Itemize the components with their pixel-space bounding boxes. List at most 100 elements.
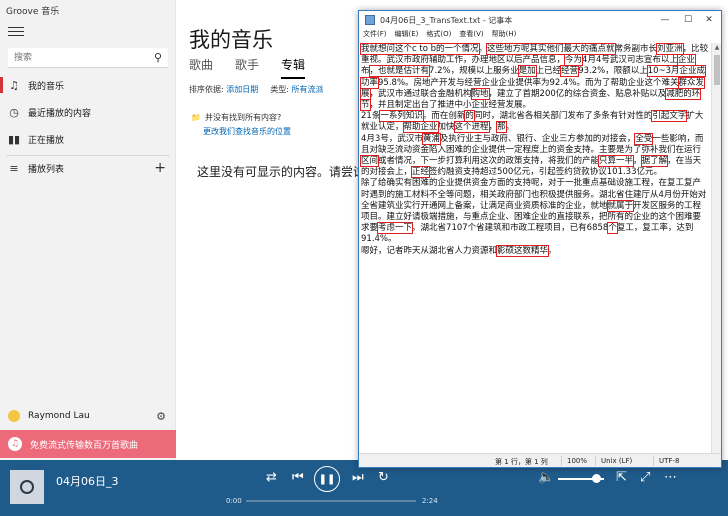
sidebar-item-label: 正在播放: [28, 135, 65, 146]
highlighted-text: 那: [496, 121, 507, 134]
highlighted-text: 帮助企业: [402, 121, 439, 134]
hamburger-menu-icon[interactable]: [8, 24, 24, 40]
promo-banner[interactable]: ♫ 免费流式传输数百万首歌曲: [0, 430, 176, 458]
sidebar-item-label: 我的音乐: [28, 81, 65, 92]
sidebar-item-playlists[interactable]: ≡ 播放列表 +: [0, 157, 176, 179]
fullscreen-icon[interactable]: ⤢: [640, 470, 650, 485]
tab-songs[interactable]: 歌曲: [189, 56, 213, 77]
highlighted-text: 引起文字: [651, 110, 688, 123]
text-editor[interactable]: 我就想问这个c to b的一个情况。这些地方呢其实他们最大的痛点就常务副市长刘亚…: [359, 43, 711, 453]
album-art[interactable]: [10, 470, 44, 504]
now-playing-title[interactable]: 04月06日_3: [56, 473, 119, 489]
scroll-thumb[interactable]: [714, 55, 720, 85]
menu-file[interactable]: 文件(F): [363, 29, 387, 42]
pause-button[interactable]: ❚❚: [314, 466, 340, 492]
divider: [6, 155, 170, 156]
notepad-icon: [365, 15, 375, 25]
sort-dropdown[interactable]: 添加日期: [226, 85, 258, 94]
highlighted-text: 今为: [564, 54, 584, 67]
maximize-button[interactable]: ☐: [678, 11, 698, 29]
gear-icon[interactable]: ⚙: [156, 410, 166, 423]
sort-label: 排序依据:: [189, 85, 224, 94]
search-box[interactable]: ⚲: [8, 48, 168, 68]
sidebar-item-recent[interactable]: ◷ 最近播放的内容: [0, 101, 176, 123]
shuffle-icon[interactable]: ⇄: [266, 470, 277, 485]
minimize-button[interactable]: —: [655, 11, 675, 29]
tab-artists[interactable]: 歌手: [235, 56, 259, 77]
cursor-position: 第 1 行，第 1 列: [495, 458, 548, 466]
genre-dropdown[interactable]: 所有流派: [292, 85, 324, 94]
zoom-level: 100%: [567, 457, 588, 465]
text-run: 。而在创新: [422, 111, 466, 122]
text-run: 上已经: [535, 66, 562, 77]
notepad-titlebar[interactable]: 04月06日_3_TransText.txt - 记事本 — ☐ ✕: [359, 11, 721, 29]
music-note-icon: ♫: [9, 78, 19, 92]
sidebar-item-my-music[interactable]: ♫ 我的音乐: [0, 74, 176, 96]
repeat-icon[interactable]: ↻: [378, 470, 389, 485]
change-location-link[interactable]: 更改我们查找音乐的位置: [203, 126, 291, 137]
next-icon[interactable]: ⏭: [352, 470, 364, 485]
text-paragraph: 我就想问这个c to b的一个情况。这些地方呢其实他们最大的痛点就常务副市长刘亚…: [359, 43, 709, 112]
user-account[interactable]: Raymond Lau ⚙: [0, 406, 176, 426]
highlighted-text: 这些地方呢其实他们最大的痛点就: [486, 43, 616, 55]
clock-icon: ◷: [9, 105, 19, 119]
volume-knob[interactable]: [592, 474, 601, 483]
highlighted-text: ，也就是估计有: [368, 65, 431, 78]
close-button[interactable]: ✕: [699, 11, 719, 29]
text-run: 签约融资支持超过500亿元，引起签约贷款协议101.33亿元。: [429, 167, 662, 178]
text-run: 。: [548, 245, 557, 256]
highlighted-text: 我就想问这个c to b的一个情况: [360, 43, 480, 55]
highlighted-text: 的: [464, 110, 475, 123]
pause-icon: ❚❚: [318, 473, 336, 485]
text-run: ，: [633, 156, 642, 167]
text-paragraph: 除了给确实有困难的企业提供资金方面的支持呢，对于一批重点基础设施工程，在复工复产…: [361, 178, 709, 245]
text-run: 。: [505, 122, 515, 133]
search-input[interactable]: [8, 48, 138, 68]
tab-bar: 歌曲 歌手 专辑: [189, 56, 306, 79]
text-run: 及执行业主与政府、银行、企业三方参加的对接会，: [439, 133, 636, 144]
tab-albums[interactable]: 专辑: [281, 56, 306, 79]
tip-text: 并没有找到所有内容?: [204, 113, 282, 122]
sidebar-item-label: 播放列表: [28, 164, 65, 175]
text-paragraph: 21条一系列知识。而在创新的同时，湖北省各相关部门发布了多条有针对性的引起文字扩…: [361, 110, 709, 134]
previous-icon[interactable]: ⏮: [292, 470, 304, 485]
empty-message: 这里没有可显示的内容。请尝试其: [197, 165, 378, 179]
highlighted-text: 这个进程: [453, 121, 490, 134]
user-name: Raymond Lau: [28, 411, 90, 421]
text-run: 。: [478, 44, 488, 54]
highlighted-text: 正经: [411, 166, 431, 179]
text-run: 4月3号，武汉市: [361, 133, 423, 144]
vertical-scrollbar[interactable]: ▲: [711, 43, 721, 453]
menu-bar: 文件(F) 编辑(E) 格式(O) 查看(V) 帮助(H): [359, 29, 721, 42]
window-title: 04月06日_3_TransText.txt - 记事本: [380, 15, 513, 25]
text-run: 21条: [361, 111, 381, 122]
highlighted-text: 是加: [517, 65, 537, 78]
highlighted-text: 全受: [634, 132, 654, 145]
menu-view[interactable]: 查看(V): [459, 29, 483, 42]
text-paragraph: 嗯好，记者昨天从湖北省人力资源和影硕这数精华。: [361, 244, 709, 257]
page-title: 我的音乐: [189, 28, 273, 52]
folder-icon: 📁: [191, 113, 201, 122]
mini-player-icon[interactable]: ⇱: [616, 470, 627, 485]
menu-format[interactable]: 格式(O): [426, 29, 451, 42]
sidebar-item-now-playing[interactable]: ▮▮ 正在播放: [0, 128, 176, 150]
text-paragraph: 4月3号，武汉市黄浦及执行业主与政府、银行、企业三方参加的对接会，全受一些影响，…: [359, 132, 709, 179]
highlighted-text: 区间: [359, 155, 380, 168]
highlighted-text: 考虑一下: [377, 222, 414, 235]
text-run: 加快: [437, 122, 455, 133]
text-run: ，: [488, 122, 498, 133]
more-icon[interactable]: ⋯: [664, 470, 677, 485]
highlighted-text: 据了解: [640, 155, 669, 168]
add-playlist-icon[interactable]: +: [154, 160, 166, 176]
volume-icon[interactable]: 🔈: [538, 470, 554, 485]
menu-edit[interactable]: 编辑(E): [395, 29, 419, 42]
highlighted-text: 经营: [560, 65, 580, 78]
disc-icon: [20, 480, 34, 494]
scroll-up-icon[interactable]: ▲: [712, 43, 722, 53]
seek-bar[interactable]: [246, 500, 416, 502]
search-icon[interactable]: ⚲: [154, 51, 162, 64]
text-run: 95.8%。房地产开发与经营企业企业提供率为92.4%。而为了帮助企业这个难关: [378, 77, 679, 88]
highlighted-text: 就属于: [606, 199, 635, 212]
player-bar: 04月06日_3 ⇄ ⏮ ❚❚ ⏭ ↻ 0:00 2:24 🔈 ⇱ ⤢ ⋯: [0, 460, 728, 516]
menu-help[interactable]: 帮助(H): [492, 29, 517, 42]
